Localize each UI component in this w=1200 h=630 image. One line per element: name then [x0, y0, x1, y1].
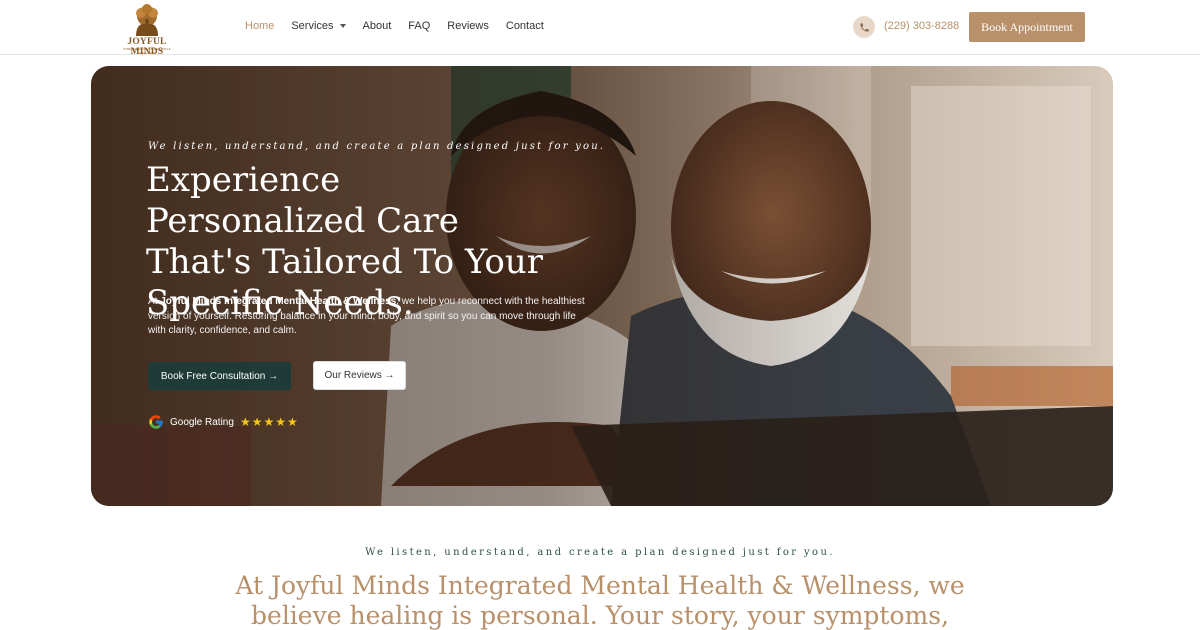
star-icon: ★ [239, 415, 251, 429]
site-header: JOYFUL MINDS INTEGRATED MENTAL HEALTH & … [0, 0, 1200, 57]
google-rating: Google Rating ★ ★ ★ ★ ★ [148, 414, 298, 430]
nav-reviews[interactable]: Reviews [447, 20, 489, 32]
nav-faq[interactable]: FAQ [408, 20, 430, 32]
logo[interactable]: JOYFUL MINDS INTEGRATED MENTAL HEALTH & … [117, 4, 177, 57]
hero-desc-prefix: At [148, 296, 161, 307]
intro-text: At Joyful Minds Integrated Mental Health… [235, 571, 965, 630]
logo-tagline: INTEGRATED MENTAL HEALTH & WELLNESS [123, 47, 171, 55]
hero-description: At Joyful Minds Integrated Mental Health… [148, 295, 588, 339]
star-icon: ★ [263, 415, 275, 429]
book-appointment-button[interactable]: Book Appointment [969, 12, 1085, 42]
hero-eyebrow: We listen, understand, and create a plan… [148, 141, 606, 152]
phone-number[interactable]: (229) 303-8288 [884, 20, 959, 32]
nav-contact[interactable]: Contact [506, 20, 544, 32]
star-icon: ★ [251, 415, 263, 429]
nav-about[interactable]: About [363, 20, 392, 32]
chevron-down-icon [339, 24, 346, 28]
nav-services[interactable]: Services [291, 20, 346, 32]
hero-desc-brand: Joyful Minds Integrated Mental Health & … [160, 296, 397, 307]
nav-services-label: Services [291, 20, 334, 32]
our-reviews-button[interactable]: Our Reviews → [313, 361, 406, 390]
google-icon [149, 415, 163, 429]
hero-section: We listen, understand, and create a plan… [91, 66, 1113, 506]
main-nav: Home Services About FAQ Reviews Contact [245, 20, 561, 32]
star-icon: ★ [287, 415, 298, 429]
rating-label: Google Rating [170, 416, 234, 428]
book-consultation-button[interactable]: Book Free Consultation → [148, 362, 291, 390]
star-icon: ★ [275, 415, 286, 429]
intro-eyebrow: We listen, understand, and create a plan… [365, 547, 835, 558]
nav-home[interactable]: Home [245, 20, 274, 32]
rating-stars: ★ ★ ★ ★ ★ [240, 416, 298, 428]
tree-head-icon [136, 4, 158, 36]
phone-icon[interactable] [853, 16, 875, 38]
